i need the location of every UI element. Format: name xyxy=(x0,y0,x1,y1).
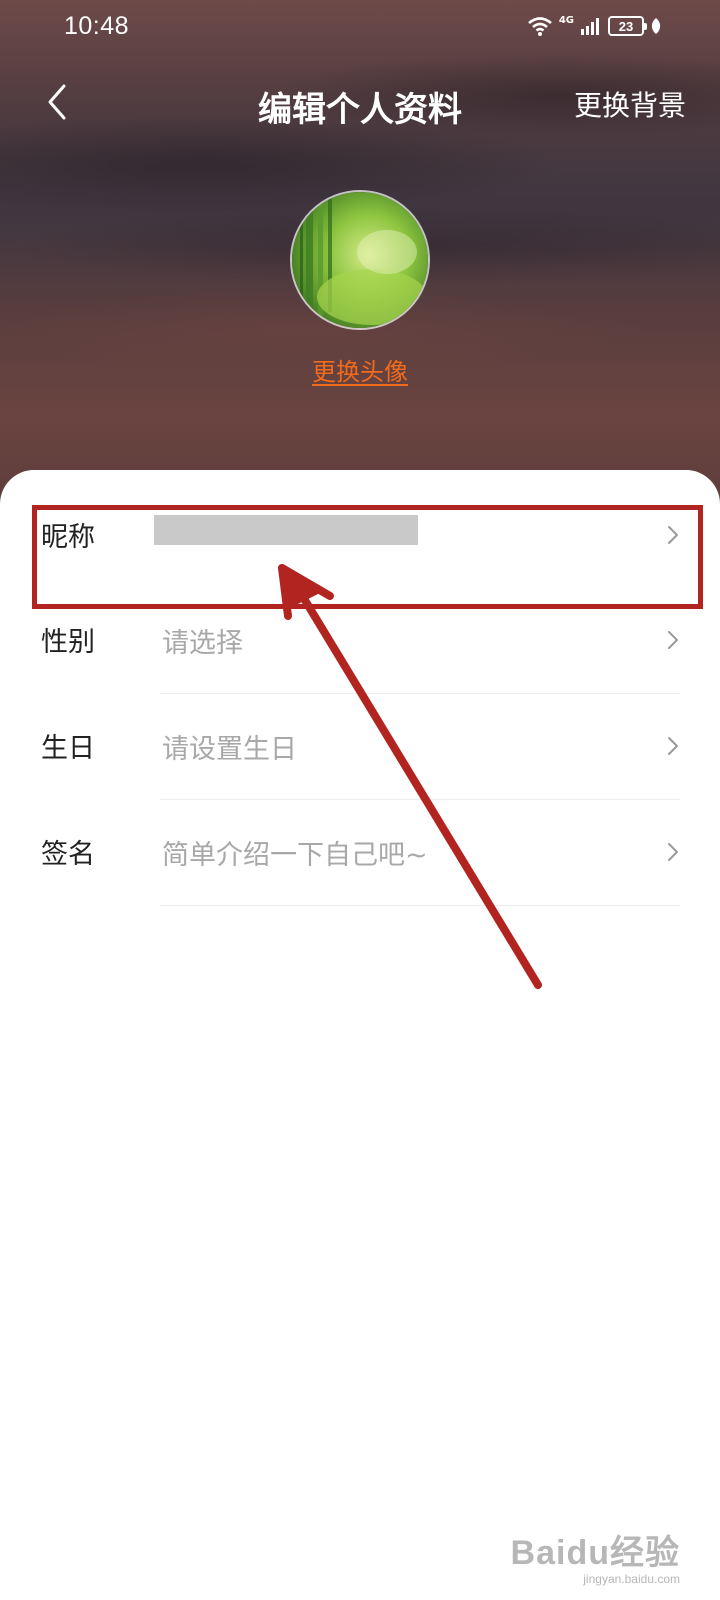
chevron-right-icon xyxy=(668,843,678,861)
avatar-image xyxy=(292,192,428,328)
field-row-birthday[interactable]: 生日 请设置生日 xyxy=(0,694,720,800)
field-value-signature: 简单介绍一下自己吧~ xyxy=(162,840,428,871)
watermark: Baidu经验 jingyan.baidu.com xyxy=(511,1525,680,1586)
status-bar: 10:48 4G 23 xyxy=(0,0,720,52)
field-row-signature[interactable]: 签名 简单介绍一下自己吧~ xyxy=(0,800,720,906)
annotation-highlight-box xyxy=(32,505,703,609)
nav-bar: 编辑个人资料 更换背景 xyxy=(0,72,720,132)
chevron-left-icon xyxy=(48,84,66,120)
back-button[interactable] xyxy=(40,80,80,124)
wifi-icon xyxy=(528,17,552,36)
change-avatar-wrap: 更换头像 xyxy=(0,352,720,387)
field-value-birthday: 请设置生日 xyxy=(162,734,297,765)
row-divider xyxy=(160,905,680,906)
field-value-gender: 请选择 xyxy=(162,628,243,659)
profile-form-card: 昵称 性别 请选择 生日 请设置生日 签名 简单介绍一下自己吧~ xyxy=(0,470,720,1600)
field-label-birthday: 生日 xyxy=(41,733,95,764)
network-type: 4G xyxy=(558,14,574,26)
battery-icon: 23 xyxy=(608,16,647,36)
battery-level: 23 xyxy=(618,18,634,34)
change-avatar-link[interactable]: 更换头像 xyxy=(312,358,408,386)
avatar[interactable] xyxy=(290,190,430,330)
watermark-domain: jingyan.baidu.com xyxy=(583,1572,680,1586)
field-label-signature: 签名 xyxy=(41,839,95,870)
watermark-brand: Baidu经验 xyxy=(510,1534,680,1572)
chevron-right-icon xyxy=(668,631,678,649)
field-label-gender: 性别 xyxy=(41,627,95,658)
status-icons: 4G 23 xyxy=(527,14,662,38)
leaf-icon xyxy=(651,18,661,34)
chevron-right-icon xyxy=(668,737,678,755)
signal-icon xyxy=(581,18,599,35)
status-time: 10:48 xyxy=(64,12,130,40)
change-background-button[interactable]: 更换背景 xyxy=(574,84,686,124)
